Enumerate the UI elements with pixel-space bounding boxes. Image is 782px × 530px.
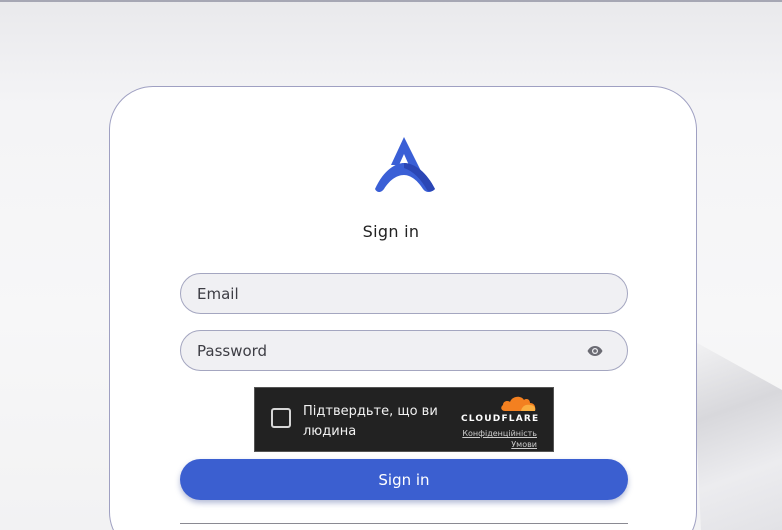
cloudflare-wordmark: CLOUDFLARE [461, 414, 540, 424]
captcha-label: Підтвердьте, що ви людина [303, 404, 438, 439]
top-border [0, 0, 782, 2]
sign-in-button[interactable]: Sign in [180, 459, 628, 500]
terms-link[interactable]: Умови [461, 439, 537, 450]
privacy-link[interactable]: Конфіденційність [461, 428, 537, 439]
password-field[interactable] [180, 330, 628, 371]
cloudflare-logo: CLOUDFLARE Конфіденційність Умови [461, 394, 540, 450]
eye-icon[interactable] [585, 344, 605, 358]
page-title: Sign in [362, 222, 420, 241]
email-input[interactable] [197, 284, 611, 303]
email-field[interactable] [180, 273, 628, 314]
app-logo-icon [371, 135, 437, 195]
password-input[interactable] [197, 341, 585, 360]
divider [180, 523, 628, 524]
captcha-checkbox[interactable] [271, 408, 291, 428]
captcha-widget: Підтвердьте, що ви людина CLOUDFLARE Кон… [254, 387, 554, 452]
background-decoration [692, 340, 782, 530]
